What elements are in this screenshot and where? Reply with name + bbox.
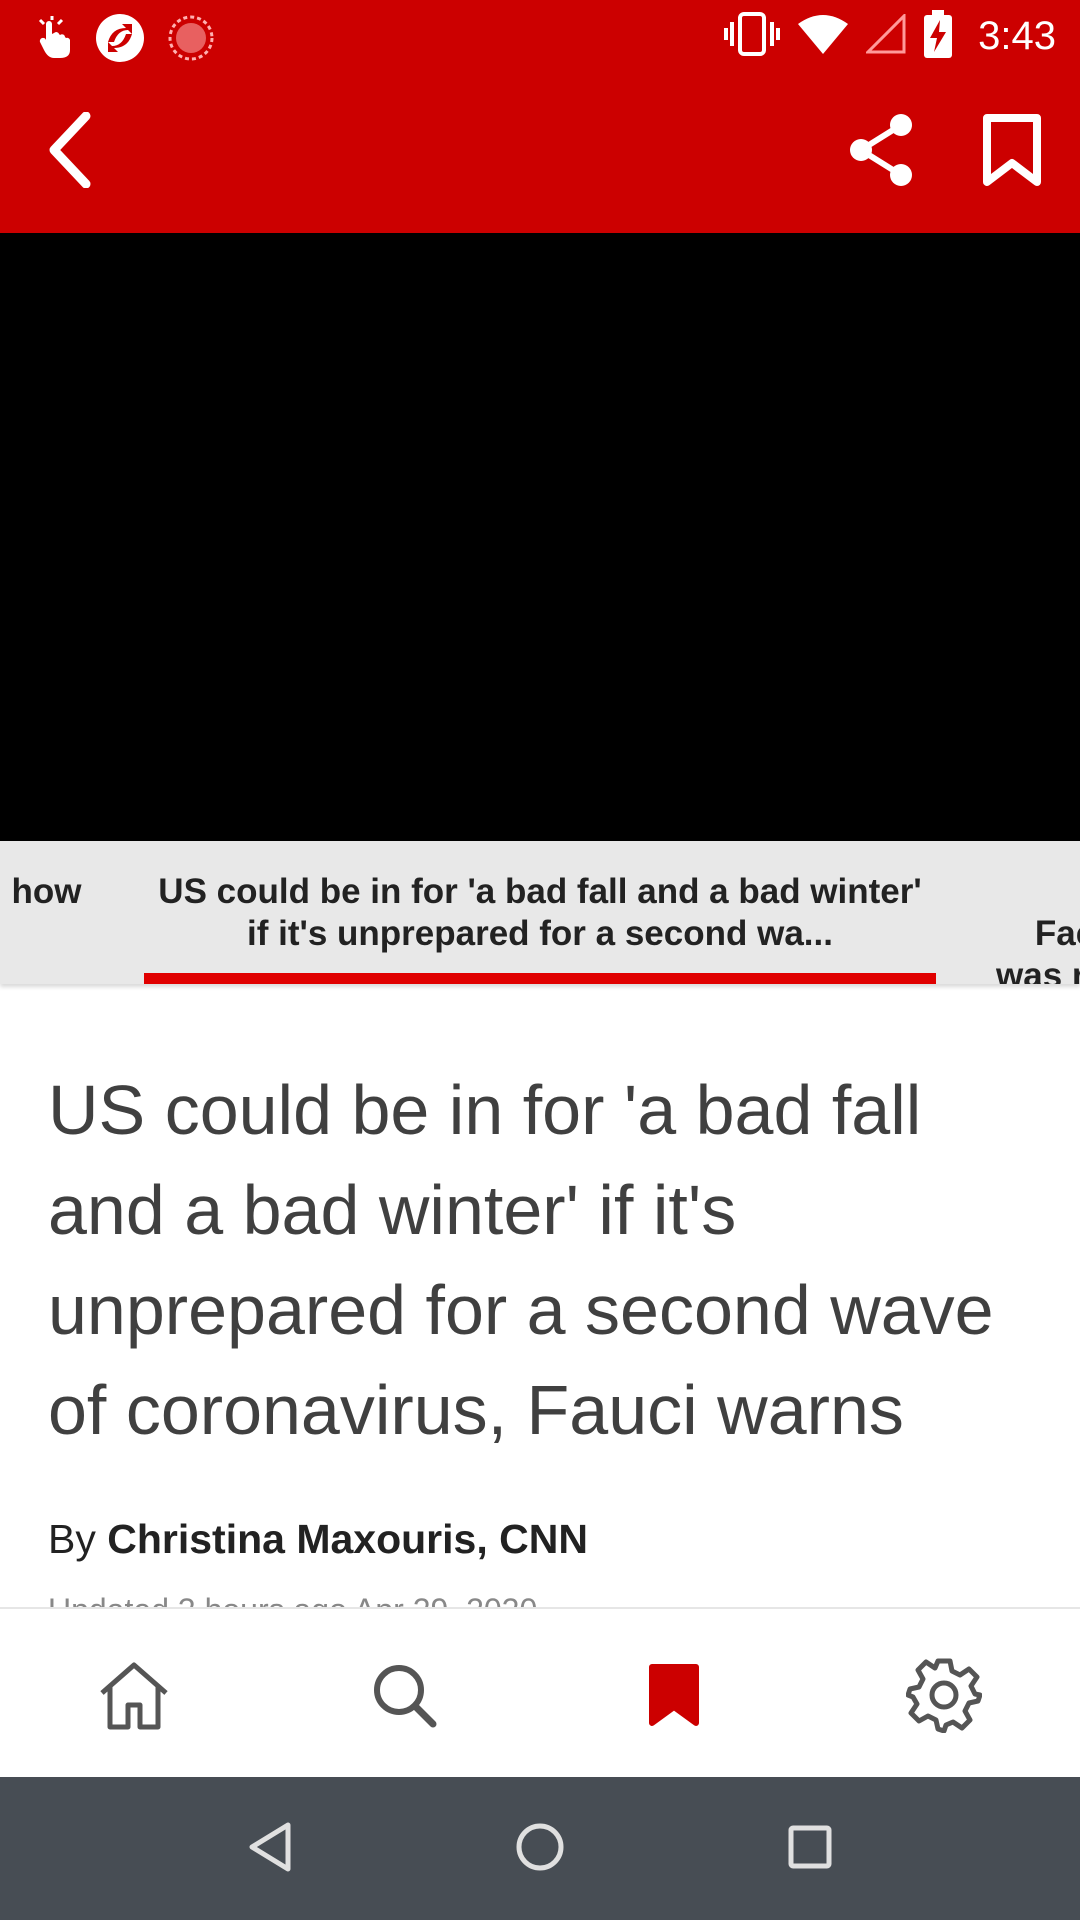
story-carousel: l how US could be in for 'a bad fall and… bbox=[0, 841, 1080, 984]
carousel-item-previous[interactable]: l how bbox=[0, 871, 92, 913]
system-navigation-bar bbox=[0, 1777, 1080, 1920]
bottom-navigation bbox=[0, 1607, 1080, 1779]
carousel-item-active[interactable]: US could be in for 'a bad fall and a bad… bbox=[144, 871, 936, 955]
byline-prefix: By bbox=[48, 1516, 108, 1562]
article-headline: US could be in for 'a bad fall and a bad… bbox=[48, 1071, 994, 1449]
cell-signal-icon bbox=[864, 12, 906, 59]
video-player[interactable] bbox=[0, 233, 1080, 841]
system-home-button[interactable] bbox=[504, 1813, 576, 1885]
nav-settings[interactable] bbox=[904, 1657, 984, 1737]
back-button[interactable] bbox=[30, 111, 110, 193]
carousel-item-label: US could be in for 'a bad fall and a bad… bbox=[158, 872, 922, 953]
active-tab-indicator bbox=[144, 973, 936, 984]
nav-home[interactable] bbox=[94, 1657, 174, 1737]
carousel-item-label: Fact was r bbox=[996, 914, 1080, 984]
status-time: 3:43 bbox=[978, 14, 1056, 58]
app-notification-icon bbox=[94, 12, 146, 69]
author-name[interactable]: Christina Maxouris, CNN bbox=[107, 1516, 588, 1562]
system-back-button[interactable] bbox=[234, 1813, 306, 1885]
battery-charging-icon bbox=[924, 10, 953, 63]
nav-search[interactable] bbox=[364, 1657, 444, 1737]
home-icon bbox=[514, 1821, 566, 1878]
search-icon bbox=[371, 1662, 437, 1733]
share-button[interactable] bbox=[840, 112, 924, 192]
share-icon bbox=[847, 113, 917, 192]
system-recents-button[interactable] bbox=[774, 1813, 846, 1885]
back-icon bbox=[246, 1821, 294, 1878]
record-icon bbox=[168, 15, 214, 66]
bookmark-icon bbox=[648, 1663, 700, 1732]
app-bar bbox=[0, 72, 1080, 233]
touch-gesture-icon bbox=[36, 16, 72, 65]
status-bar: 3:43 bbox=[0, 0, 1080, 72]
vibrate-icon bbox=[724, 10, 781, 63]
carousel-item-label: l how bbox=[0, 872, 82, 911]
back-arrow-icon bbox=[46, 111, 94, 193]
settings-icon bbox=[905, 1657, 983, 1738]
bookmark-icon bbox=[982, 113, 1042, 192]
byline: By Christina Maxouris, CNN bbox=[48, 1516, 588, 1563]
nav-saved[interactable] bbox=[634, 1657, 714, 1737]
recents-icon bbox=[786, 1823, 834, 1876]
carousel-item-next[interactable]: Fact was r bbox=[996, 871, 1080, 984]
bookmark-button[interactable] bbox=[972, 112, 1052, 192]
home-icon bbox=[96, 1659, 172, 1736]
wifi-icon bbox=[798, 14, 849, 59]
